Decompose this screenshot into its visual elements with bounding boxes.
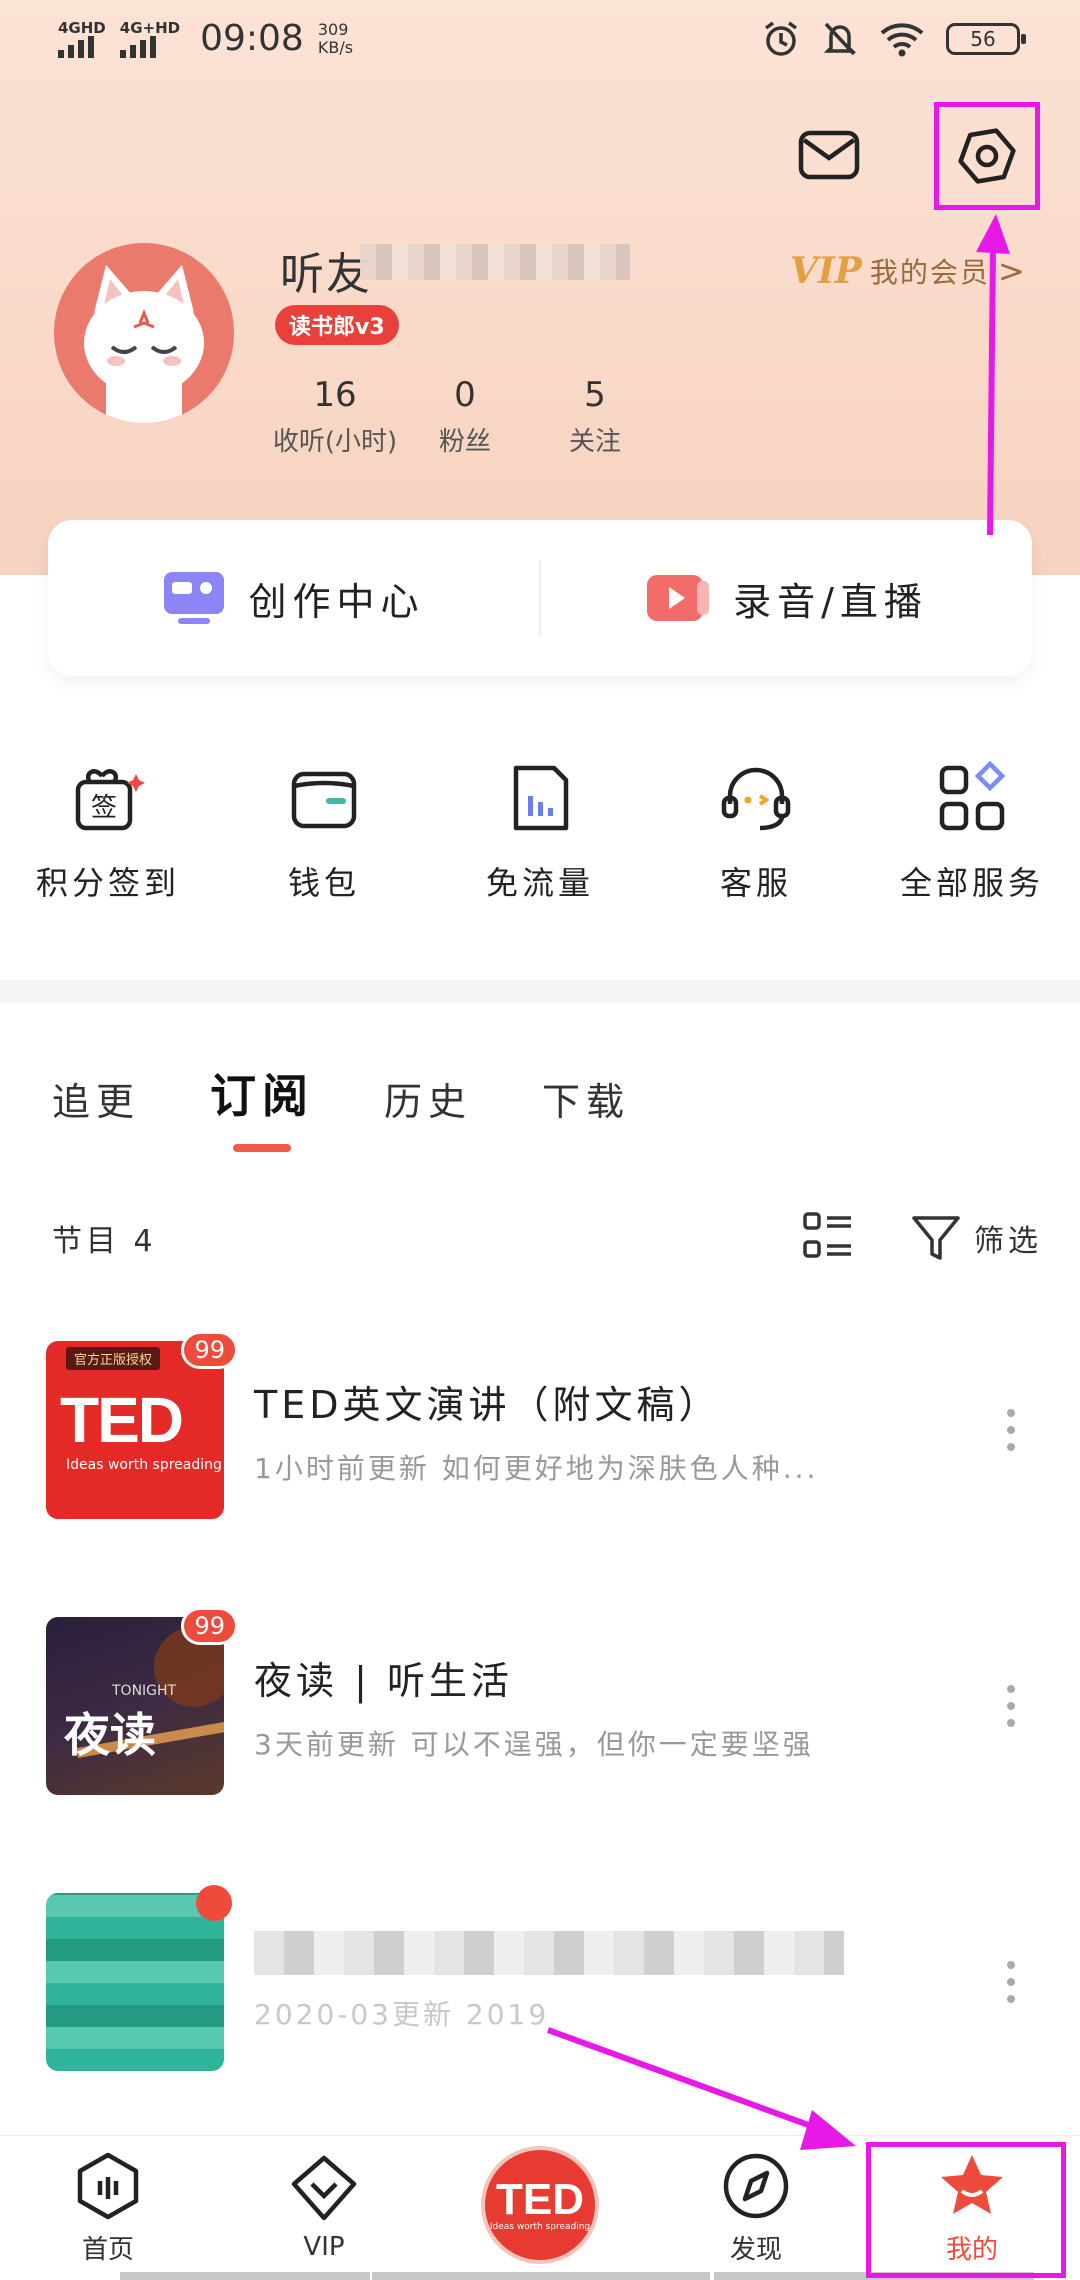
- home-icon: [77, 2152, 139, 2219]
- program-title: TED英文演讲（附文稿）: [254, 1382, 721, 1427]
- checkin-gift-icon: 签: [70, 760, 146, 836]
- more-dots-icon: [1007, 1409, 1015, 1417]
- record-live-button[interactable]: 录音/直播: [541, 520, 1032, 676]
- update-dot: [196, 1885, 232, 1921]
- list-item[interactable]: 2020-03更新 2019: [46, 1885, 1046, 2072]
- program-cover-redacted: [46, 1885, 232, 2071]
- program-count: 节目 4: [52, 1224, 157, 1259]
- more-options-button[interactable]: [986, 1390, 1036, 1470]
- status-bar: 4GHD 4G+HD 09:08 309 KB/s 56: [0, 0, 1080, 80]
- service-all[interactable]: 全部服务: [864, 760, 1080, 904]
- services-grid: 签 积分签到 钱包 免流量 客服 全部服务: [0, 760, 1080, 904]
- vip-icon: [291, 2155, 357, 2221]
- service-customer[interactable]: 客服: [648, 760, 864, 904]
- creator-card: 创作中心 录音/直播: [48, 520, 1032, 676]
- mine-tab-highlight: [866, 2142, 1066, 2278]
- stat-following[interactable]: 5 关注: [530, 375, 660, 458]
- tab-follow-updates[interactable]: 追更: [52, 1071, 140, 1126]
- program-cover: 官方正版授权 TED Ideas worth spreading 99: [46, 1331, 238, 1519]
- svg-text:签: 签: [91, 793, 117, 823]
- more-dots-icon: [1007, 1961, 1015, 1969]
- section-divider: [0, 980, 1080, 1002]
- signal-bars-icon: [58, 35, 94, 58]
- program-title: 夜读 | 听生活: [254, 1658, 513, 1703]
- cover-tag: 官方正版授权: [66, 1347, 161, 1370]
- vip-logo: VIP: [790, 250, 862, 292]
- more-options-button[interactable]: [986, 1942, 1036, 2022]
- program-update-info: 1小时前更新 如何更好地为深肤色人种...: [254, 1451, 819, 1485]
- list-view-toggle[interactable]: [802, 1210, 854, 1266]
- nav-vip[interactable]: VIP: [216, 2136, 432, 2280]
- message-button[interactable]: [784, 110, 874, 200]
- program-cover: TONIGHT 夜读 99: [46, 1607, 238, 1795]
- program-update-info: 3天前更新 可以不逞强，但你一定要坚强: [254, 1727, 814, 1761]
- service-data-free[interactable]: 免流量: [432, 760, 648, 904]
- list-view-icon: [803, 1212, 851, 1258]
- wifi-icon: [880, 23, 924, 57]
- tab-history[interactable]: 历史: [384, 1071, 472, 1126]
- filter-button[interactable]: 筛选: [910, 1212, 1042, 1264]
- nav-center-play[interactable]: TED Ideas worth spreading: [432, 2136, 648, 2280]
- username[interactable]: 听友: [280, 238, 372, 302]
- creator-center-button[interactable]: 创作中心: [48, 520, 539, 676]
- gesture-bar: [372, 2272, 710, 2280]
- clock: 09:08: [200, 18, 304, 59]
- battery-indicator: 56: [946, 23, 1026, 55]
- service-wallet[interactable]: 钱包: [216, 760, 432, 904]
- stat-listen-hours[interactable]: 16 收听(小时): [270, 375, 400, 458]
- chevron-right-icon: >: [997, 252, 1025, 290]
- cat-avatar-icon: [54, 243, 234, 423]
- my-vip-entry[interactable]: VIP 我的会员 >: [790, 250, 1025, 292]
- list-item[interactable]: TONIGHT 夜读 99 夜读 | 听生活 3天前更新 可以不逞强，但你一定要…: [46, 1607, 1046, 1796]
- vip-entry-label: 我的会员: [869, 256, 990, 289]
- program-title-redacted: [254, 1931, 844, 1975]
- update-count-badge: 99: [181, 1607, 238, 1645]
- more-options-button[interactable]: [986, 1666, 1036, 1746]
- settings-icon: [958, 128, 1016, 184]
- customer-service-icon: [718, 760, 794, 836]
- profile-stats: 16 收听(小时) 0 粉丝 5 关注: [270, 375, 660, 458]
- alarm-icon: [764, 21, 798, 56]
- video-play-icon: [647, 575, 710, 621]
- mail-icon: [798, 130, 860, 180]
- cover-subtitle: Ideas worth spreading: [66, 1457, 222, 1473]
- level-badge[interactable]: 读书郎v3: [275, 305, 399, 345]
- gesture-bar: [120, 2272, 370, 2280]
- ted-center-icon: TED Ideas worth spreading: [481, 2146, 599, 2264]
- library-tabs: 追更 订阅 历史 下载: [52, 1060, 630, 1126]
- update-count-badge: 99: [181, 1331, 238, 1369]
- nav-discover[interactable]: 发现: [648, 2136, 864, 2280]
- all-services-icon: [934, 760, 1010, 836]
- mute-bell-icon: [823, 22, 857, 56]
- nav-home[interactable]: 首页: [0, 2136, 216, 2280]
- program-update-info: 2020-03更新 2019: [254, 1998, 550, 2031]
- signal-bars-icon: [119, 35, 156, 58]
- creator-center-icon: [164, 572, 225, 624]
- filter-icon: [912, 1216, 960, 1260]
- network-indicator-2: 4G+HD: [119, 20, 180, 58]
- stat-fans[interactable]: 0 粉丝: [400, 375, 530, 458]
- service-checkin[interactable]: 签 积分签到: [0, 760, 216, 904]
- network-speed: 309 KB/s: [317, 19, 354, 57]
- tab-downloads[interactable]: 下载: [542, 1071, 630, 1126]
- wallet-icon: [286, 760, 362, 836]
- discover-icon: [723, 2153, 789, 2218]
- username-redacted: [360, 244, 630, 280]
- cover-title: 夜读: [64, 1708, 156, 1762]
- network-indicator-1: 4GHD: [58, 20, 106, 58]
- more-dots-icon: [1007, 1685, 1015, 1693]
- avatar[interactable]: [54, 243, 234, 423]
- cover-title: TED: [60, 1384, 184, 1456]
- list-header: 节目 4 筛选: [52, 1210, 1042, 1266]
- tab-subscriptions[interactable]: 订阅: [210, 1060, 314, 1126]
- settings-button[interactable]: [934, 102, 1040, 210]
- cover-subtitle: TONIGHT: [112, 1683, 177, 1699]
- list-item[interactable]: 官方正版授权 TED Ideas worth spreading 99 TED英…: [46, 1331, 1046, 1520]
- data-free-icon: [502, 760, 578, 836]
